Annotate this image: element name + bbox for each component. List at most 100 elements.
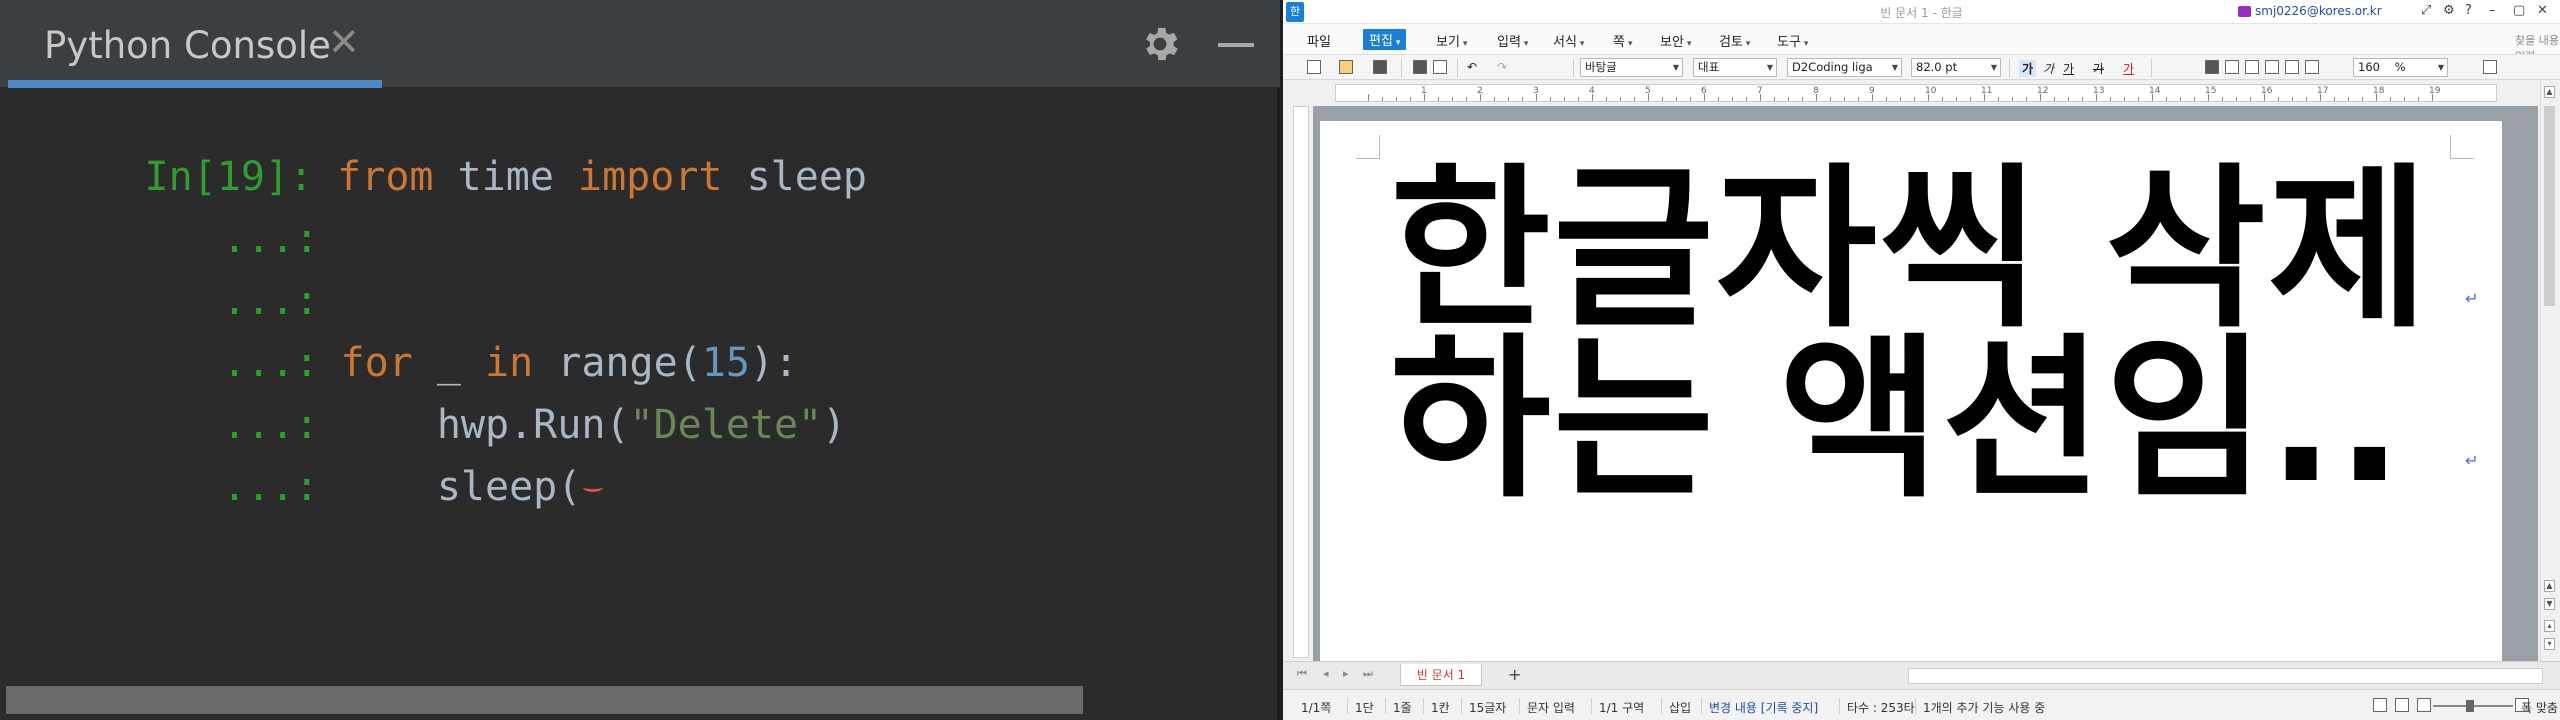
zoom-input[interactable]: 160 % ▼ xyxy=(2353,58,2448,77)
settings-icon[interactable]: ⚙ xyxy=(2443,3,2455,18)
status-input-mode[interactable]: 문자 입력 xyxy=(1527,699,1575,716)
text-color-button[interactable]: 가 xyxy=(2123,60,2134,77)
layout-icon[interactable] xyxy=(2483,60,2497,74)
menu-view[interactable]: 보기 ▾ xyxy=(1436,31,1467,50)
horizontal-ruler[interactable]: 1 2 3 4 5 6 7 8 9 10 11 12 13 14 15 16 17 18 19 xyxy=(1335,84,2497,102)
maximize-window-icon[interactable]: ▢ xyxy=(2513,3,2525,18)
undo-icon[interactable]: ↶ xyxy=(1467,60,1477,74)
ruler-tick xyxy=(2404,97,2405,101)
next-page-icon[interactable]: ▾ xyxy=(2544,638,2555,650)
ruler-tick xyxy=(2194,97,2195,101)
menu-format[interactable]: 서식 ▾ xyxy=(1553,31,1584,50)
preview-icon[interactable] xyxy=(1433,60,1447,74)
fullscreen-icon[interactable]: ⤢ xyxy=(2421,3,2431,18)
close-window-icon[interactable]: ✕ xyxy=(2537,3,2548,18)
italic-button[interactable]: 가 xyxy=(2043,60,2054,77)
align-right-icon[interactable] xyxy=(2265,60,2279,74)
strikethrough-button[interactable]: 가 xyxy=(2093,60,2104,77)
font-size-input[interactable]: 82.0 pt ▼ xyxy=(1911,58,2001,77)
document-page[interactable]: 한글자씩 삭제 ↵ 하는 액션임.. ↵ xyxy=(1320,121,2502,661)
menu-insert[interactable]: 입력 ▾ xyxy=(1497,31,1528,50)
align-divide-icon[interactable] xyxy=(2305,60,2319,74)
print-icon[interactable] xyxy=(1413,60,1427,74)
scroll-down-icon[interactable]: ▼ xyxy=(2544,598,2555,610)
new-document-icon[interactable] xyxy=(1307,60,1321,74)
ruler-tick xyxy=(1844,97,1845,101)
status-fit-width[interactable]: 폭 맞춤 xyxy=(2521,699,2558,716)
tab-document-1[interactable]: 빈 문서 1 xyxy=(1400,664,1482,686)
menu-edit[interactable]: 편집 ▾ xyxy=(1363,29,1407,50)
status-page[interactable]: 1/1쪽 xyxy=(1301,699,1331,716)
title-bar: 한 빈 문서 1 - 한글 smj0226@kores.or.kr ⤢ ⚙ ? … xyxy=(1283,0,2560,24)
horizontal-scrollbar[interactable] xyxy=(1908,668,2543,684)
language-select[interactable]: 대표 ▼ xyxy=(1693,58,1777,77)
ruler-number: 18 xyxy=(2373,86,2385,96)
code-token: "Delete" xyxy=(629,402,823,448)
ruler-tick xyxy=(2278,97,2279,101)
status-insert[interactable]: 삽입 xyxy=(1669,699,1691,716)
save-icon[interactable] xyxy=(1373,60,1387,74)
ruler-tick xyxy=(2180,97,2181,101)
console-code-area[interactable]: In[19]: from time import sleep ...: ...:… xyxy=(0,88,1280,688)
menu-review[interactable]: 검토 ▾ xyxy=(1719,31,1750,50)
menu-file[interactable]: 파일 xyxy=(1307,31,1331,50)
help-icon[interactable]: ? xyxy=(2465,3,2472,18)
tab-python-console[interactable]: Python Console ✕ xyxy=(8,0,382,88)
horizontal-scrollbar[interactable] xyxy=(6,686,1083,714)
prev-page-icon[interactable]: ▴ xyxy=(2544,620,2555,632)
first-page-icon[interactable]: ⏮ xyxy=(1297,667,1307,681)
view-normal-icon[interactable] xyxy=(2373,698,2387,712)
bold-button[interactable]: 가 xyxy=(2019,60,2037,77)
minimize-icon[interactable] xyxy=(1218,43,1254,47)
ruler-tick xyxy=(1382,97,1383,101)
last-page-icon[interactable]: ⏭ xyxy=(1363,667,1373,681)
style-select[interactable]: 바탕글 ▼ xyxy=(1580,58,1683,77)
ruler-number: 11 xyxy=(1981,86,1993,96)
document-text-line[interactable]: 하는 액션임.. xyxy=(1390,333,2405,508)
ruler-number: 17 xyxy=(2317,86,2329,96)
gear-icon[interactable] xyxy=(1138,22,1182,66)
menu-page[interactable]: 쪽 ▾ xyxy=(1613,31,1633,50)
ruler-tick xyxy=(2082,97,2083,101)
vertical-scrollbar[interactable]: ▲ ▲ ▼ ▴ ▾ xyxy=(2540,80,2558,661)
scroll-up-icon[interactable]: ▲ xyxy=(2544,580,2555,592)
align-justify-icon[interactable] xyxy=(2205,60,2219,74)
code-token: from xyxy=(337,154,434,200)
view-web-icon[interactable] xyxy=(2417,698,2431,712)
align-distribute-icon[interactable] xyxy=(2285,60,2299,74)
ruler-tick xyxy=(2306,97,2307,101)
ruler-tick xyxy=(1606,97,1607,101)
status-addons[interactable]: 1개의 추가 기능 사용 중 xyxy=(1923,699,2045,716)
document-canvas[interactable]: 한글자씩 삭제 ↵ 하는 액션임.. ↵ xyxy=(1313,106,2538,661)
status-track-changes[interactable]: 변경 내용 [기록 중지] xyxy=(1709,699,1818,716)
document-text-line[interactable]: 한글자씩 삭제 xyxy=(1390,163,2431,338)
vertical-ruler[interactable] xyxy=(1293,106,1309,658)
scroll-up-icon[interactable]: ▲ xyxy=(2544,86,2555,98)
ruler-tick xyxy=(2138,97,2139,101)
underline-button[interactable]: 가 xyxy=(2063,60,2074,77)
ruler-tick xyxy=(1732,97,1733,101)
minimize-window-icon[interactable]: – xyxy=(2489,3,2496,18)
zoom-slider-knob[interactable] xyxy=(2466,700,2474,712)
scroll-thumb[interactable] xyxy=(2544,106,2555,306)
align-center-icon[interactable] xyxy=(2245,60,2259,74)
redo-icon[interactable]: ↷ xyxy=(1497,60,1507,74)
add-tab-button[interactable]: + xyxy=(1508,665,1521,684)
menu-security[interactable]: 보안 ▾ xyxy=(1660,31,1691,50)
ruler-tick xyxy=(1620,97,1621,101)
python-console-panel: Python Console ✕ In[19]: from time impor… xyxy=(0,0,1280,720)
font-select[interactable]: D2Coding liga ▼ xyxy=(1787,58,1902,77)
menu-tools[interactable]: 도구 ▾ xyxy=(1777,31,1808,50)
ruler-tick xyxy=(2068,97,2069,101)
user-account[interactable]: smj0226@kores.or.kr xyxy=(2255,4,2382,18)
view-page-icon[interactable] xyxy=(2395,698,2409,712)
prev-tab-icon[interactable]: ◂ xyxy=(1323,667,1329,680)
next-tab-icon[interactable]: ▸ xyxy=(1343,667,1349,680)
ruler-number: 5 xyxy=(1645,86,1651,96)
align-left-icon[interactable] xyxy=(2225,60,2239,74)
close-icon[interactable]: ✕ xyxy=(328,20,360,64)
ruler-tick xyxy=(1396,97,1397,101)
toolbar: ↶ ↷ 바탕글 ▼ 대표 ▼ D2Coding liga ▼ 82.0 pt ▼ 가 가… xyxy=(1283,54,2560,80)
open-folder-icon[interactable] xyxy=(1339,60,1353,74)
ruler-number: 7 xyxy=(1757,86,1763,96)
